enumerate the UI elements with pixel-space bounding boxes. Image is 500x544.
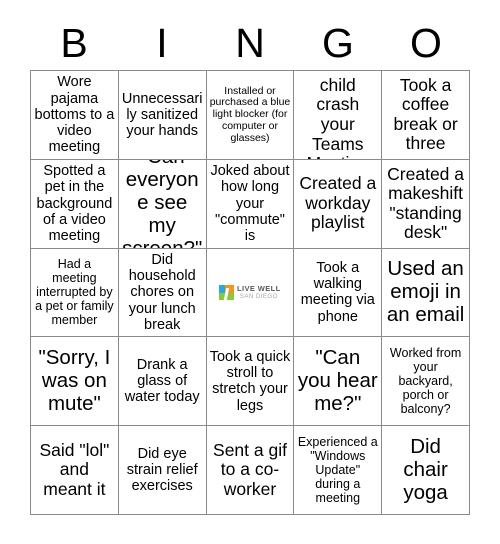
bingo-cell-r1-c2[interactable]: Unnecessarily sanitized your hands — [118, 71, 207, 160]
live-well-logo-line2: SAN DIEGO — [239, 292, 278, 300]
bingo-cell-text: Worked from your backyard, porch or balc… — [389, 346, 462, 417]
bingo-cell-r4-c3[interactable]: Took a quick stroll to stretch your legs — [206, 337, 295, 427]
bingo-cell-text: Drank a glass of water today — [124, 356, 200, 406]
bingo-cell-r2-c2[interactable]: "Can everyone see my screen?" — [118, 159, 207, 249]
bingo-cell-text: Had a meeting interrupted by a pet or fa… — [35, 257, 114, 328]
bingo-cell-text: Had a child crash your Teams Meeting — [307, 71, 369, 159]
bingo-cell-text: Created a makeshift "standing desk" — [387, 163, 465, 243]
bingo-grid: Wore pajama bottoms to a video meeting Un… — [30, 70, 470, 515]
bingo-cell-r2-c3[interactable]: Joked about how long your "commute" is — [206, 159, 295, 249]
bingo-cell-text: Experienced a "Windows Update" during a … — [297, 435, 378, 506]
bingo-cell-r5-c3[interactable]: Sent a gif to a co-worker — [206, 426, 295, 515]
bingo-cell-text: Did chair yoga — [403, 434, 448, 504]
bingo-header-letter-i: I — [156, 19, 168, 66]
bingo-cell-r3-c4[interactable]: Took a walking meeting via phone — [294, 248, 383, 338]
bingo-cell-r3-c1[interactable]: Had a meeting interrupted by a pet or fa… — [31, 248, 119, 338]
bingo-cell-text: "Can you hear me?" — [297, 345, 378, 415]
bingo-cell-r4-c5[interactable]: Worked from your backyard, porch or balc… — [382, 337, 470, 427]
bingo-cell-r1-c5[interactable]: Took a coffee break or three — [382, 71, 470, 160]
bingo-cell-r5-c2[interactable]: Did eye strain relief exercises — [118, 426, 207, 515]
bingo-cell-text: Did household chores on your lunch break — [128, 251, 196, 333]
bingo-cell-text: Installed or purchased a blue light bloc… — [209, 84, 291, 144]
bingo-cell-r1-c4[interactable]: Had a child crash your Teams Meeting — [294, 71, 383, 160]
live-well-logo-text: LIVE WELL SAN DIEGO — [237, 285, 281, 300]
bingo-cell-r4-c4[interactable]: "Can you hear me?" — [294, 337, 383, 427]
bingo-cell-text: Said "lol" and meant it — [39, 439, 110, 499]
bingo-header-letter-g: G — [322, 19, 354, 66]
bingo-cell-text: Did eye strain relief exercises — [126, 445, 198, 495]
bingo-cell-r5-c5[interactable]: Did chair yoga — [382, 426, 470, 515]
bingo-cell-r3-c2[interactable]: Did household chores on your lunch break — [118, 248, 207, 338]
bingo-cell-text: Joked about how long your "commute" is — [210, 163, 290, 245]
bingo-cell-r3-c5[interactable]: Used an emoji in an email — [382, 248, 470, 338]
bingo-header-row: BINGO — [30, 16, 470, 70]
bingo-cell-text: Spotted a pet in the background of a vid… — [36, 163, 113, 245]
bingo-cell-r5-c1[interactable]: Said "lol" and meant it — [31, 426, 119, 515]
bingo-cell-text: "Can everyone see my screen?" — [122, 160, 202, 248]
bingo-cell-r1-c1[interactable]: Wore pajama bottoms to a video meeting — [31, 71, 119, 160]
bingo-cell-text: Unnecessarily sanitized your hands — [121, 90, 203, 140]
bingo-free-space-cell[interactable]: LIVE WELL SAN DIEGO — [206, 248, 295, 338]
bingo-cell-r1-c3[interactable]: Installed or purchased a blue light bloc… — [206, 71, 295, 160]
bingo-cell-r4-c1[interactable]: "Sorry, I was on mute" — [31, 337, 119, 427]
bingo-card: B I N G O Wore pajama bottoms to a video mee… — [0, 0, 500, 544]
bingo-cell-text: Wore pajama bottoms to a video meeting — [34, 74, 115, 156]
bingo-cell-text: Sent a gif to a co-worker — [213, 439, 287, 499]
bingo-cell-r5-c4[interactable]: Experienced a "Windows Update" during a … — [294, 426, 383, 515]
bingo-cell-text: Created a workday playlist — [299, 173, 377, 233]
live-well-logo-icon — [218, 284, 234, 300]
live-well-san-diego-logo: LIVE WELL SAN DIEGO — [218, 283, 281, 301]
bingo-cell-text: Used an emoji in an email — [386, 257, 465, 326]
bingo-cell-text: Took a walking meeting via phone — [300, 260, 375, 325]
bingo-cell-r2-c5[interactable]: Created a makeshift "standing desk" — [382, 159, 470, 249]
bingo-cell-r4-c2[interactable]: Drank a glass of water today — [118, 337, 207, 427]
bingo-cell-text: Took a quick stroll to stretch your legs — [209, 348, 291, 414]
bingo-cell-r2-c4[interactable]: Created a workday playlist — [294, 159, 383, 249]
bingo-cell-text: "Sorry, I was on mute" — [38, 345, 111, 415]
bingo-header-letter-o: O — [410, 19, 442, 66]
bingo-header-letter-b: B — [60, 19, 88, 66]
bingo-cell-text: Took a coffee break or three — [393, 74, 458, 154]
bingo-header-letter-n: N — [235, 19, 265, 66]
bingo-cell-r2-c1[interactable]: Spotted a pet in the background of a vid… — [31, 159, 119, 249]
live-well-logo-line1: LIVE WELL — [236, 284, 281, 294]
